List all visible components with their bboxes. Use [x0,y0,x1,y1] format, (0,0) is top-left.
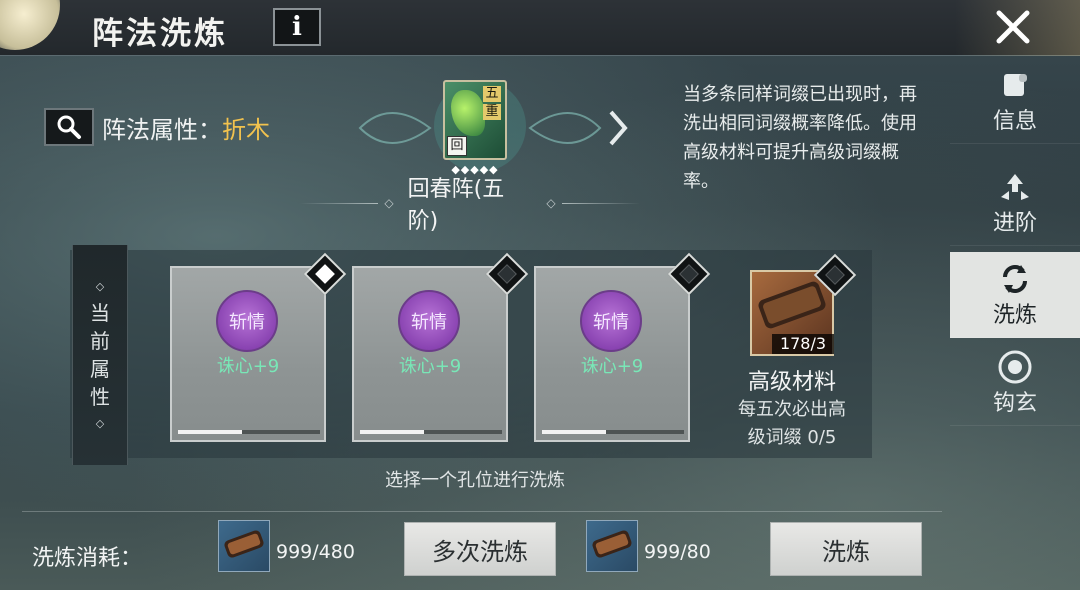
search-icon [57,115,81,139]
progress-fill [360,430,424,434]
diamond-ornament: ◇ [384,196,394,210]
arrows-up-icon [997,169,1033,205]
refine-button[interactable]: 洗炼 [770,522,922,576]
search-button[interactable] [44,108,94,146]
progress-fill [178,430,242,434]
tab-info[interactable]: 信息 [950,58,1080,144]
divider [22,511,942,512]
tab-label: 钩玄 [992,390,1037,416]
bagua-icon [997,349,1033,385]
unselected-marker [825,265,845,285]
formation-icon-char: 五 [483,86,501,102]
tab-label: 进阶 [992,210,1037,236]
ornament-line [300,202,379,204]
advanced-material: 178/3 高级材料 每五次必出高 级词缀 0/5 [712,253,872,458]
current-attr-char: 当 [90,301,110,325]
material-count: 178/3 [772,334,834,354]
unselected-marker [497,264,517,284]
material-name: 高级材料 [747,370,836,395]
select-slot-hint: 选择一个孔位进行洗炼 [385,470,565,491]
cost-label: 洗炼消耗： [32,546,143,571]
single-cost-value: 999/80 [644,541,711,563]
formation-icon-char: 重 [483,104,501,120]
progress-fill [542,430,606,434]
affix-attr: 诛心+9 [398,356,462,377]
multi-refine-button[interactable]: 多次洗炼 [404,522,556,576]
affix-attr: 诛心+9 [216,356,280,377]
affix-attr: 诛心+9 [580,356,644,377]
progress-bar [542,430,684,434]
side-tab-panel: 信息 进阶 洗炼 钩玄 [950,58,1080,438]
game-screen: 阵法洗炼 i 信息 进阶 洗炼 钩玄 阵法属性： 折木 五 重 回 ◆◆◆◆◆ … [0,0,1080,590]
formation-icon-tag: 回 [447,136,467,156]
formation-name-row: ◇ 回春阵(五阶) ◇ [300,177,640,234]
formation-attr-value: 折木 [222,115,270,144]
formation-attr-label: 阵法属性： [102,115,222,144]
page-title: 阵法洗炼 [92,16,228,52]
close-icon [996,10,1030,44]
progress-bar [178,430,320,434]
close-button[interactable] [988,4,1038,50]
selected-marker [315,264,335,284]
info-button[interactable]: i [273,8,321,46]
affix-badge: 斩情 [580,290,642,352]
diamond-ornament: ◇ [95,417,105,430]
diamond-ornament: ◇ [546,196,556,210]
tab-gouxuan[interactable]: 钩玄 [950,340,1080,426]
bamboo-scroll-icon [224,530,264,558]
progress-bar [360,430,502,434]
scroll-icon [999,67,1031,103]
unselected-marker [679,264,699,284]
tab-label: 信息 [992,108,1037,134]
refine-hint: 当多条同样词缀已出现时，再洗出相同词缀概率降低。使用高级材料可提升高级词缀概率。 [683,84,917,192]
tab-label: 洗炼 [992,302,1037,328]
tab-refine[interactable]: 洗炼 [950,252,1080,338]
affix-badge: 斩情 [398,290,460,352]
refine-slot-3[interactable]: 斩情 诛心+9 [534,266,690,442]
current-attr-char: 属 [90,357,110,381]
formation-attr-row: 阵法属性： 折木 [44,108,270,146]
multi-cost-value: 999/480 [276,541,355,563]
bamboo-scroll-icon [592,530,632,558]
refine-slot-2[interactable]: 斩情 诛心+9 [352,266,508,442]
title-bar: 阵法洗炼 i [0,0,1080,56]
material-desc: 每五次必出高 级词缀 0/5 [712,396,872,452]
moon-decoration [0,0,60,50]
cost-material-icon[interactable] [218,520,270,572]
affix-badge: 斩情 [216,290,278,352]
formation-icon[interactable]: 五 重 回 [443,80,507,160]
chevron-right-icon[interactable] [607,108,629,148]
current-attr-char: 性 [90,385,110,409]
ornament-line [561,202,640,204]
refine-slot-1[interactable]: 斩情 诛心+9 [170,266,326,442]
refresh-icon [997,261,1033,297]
diamond-ornament: ◇ [95,280,105,293]
bamboo-scroll-icon [758,281,826,329]
formation-icon-art [451,90,485,136]
cost-material-icon[interactable] [586,520,638,572]
current-attr-char: 前 [90,329,110,353]
material-desc-line: 每五次必出高 [738,399,846,420]
current-attr-label: ◇ 当 前 属 性 ◇ [72,245,128,465]
tab-advance[interactable]: 进阶 [950,160,1080,246]
material-desc-line: 级词缀 0/5 [747,427,837,448]
formation-name: 回春阵(五阶) [407,177,505,234]
